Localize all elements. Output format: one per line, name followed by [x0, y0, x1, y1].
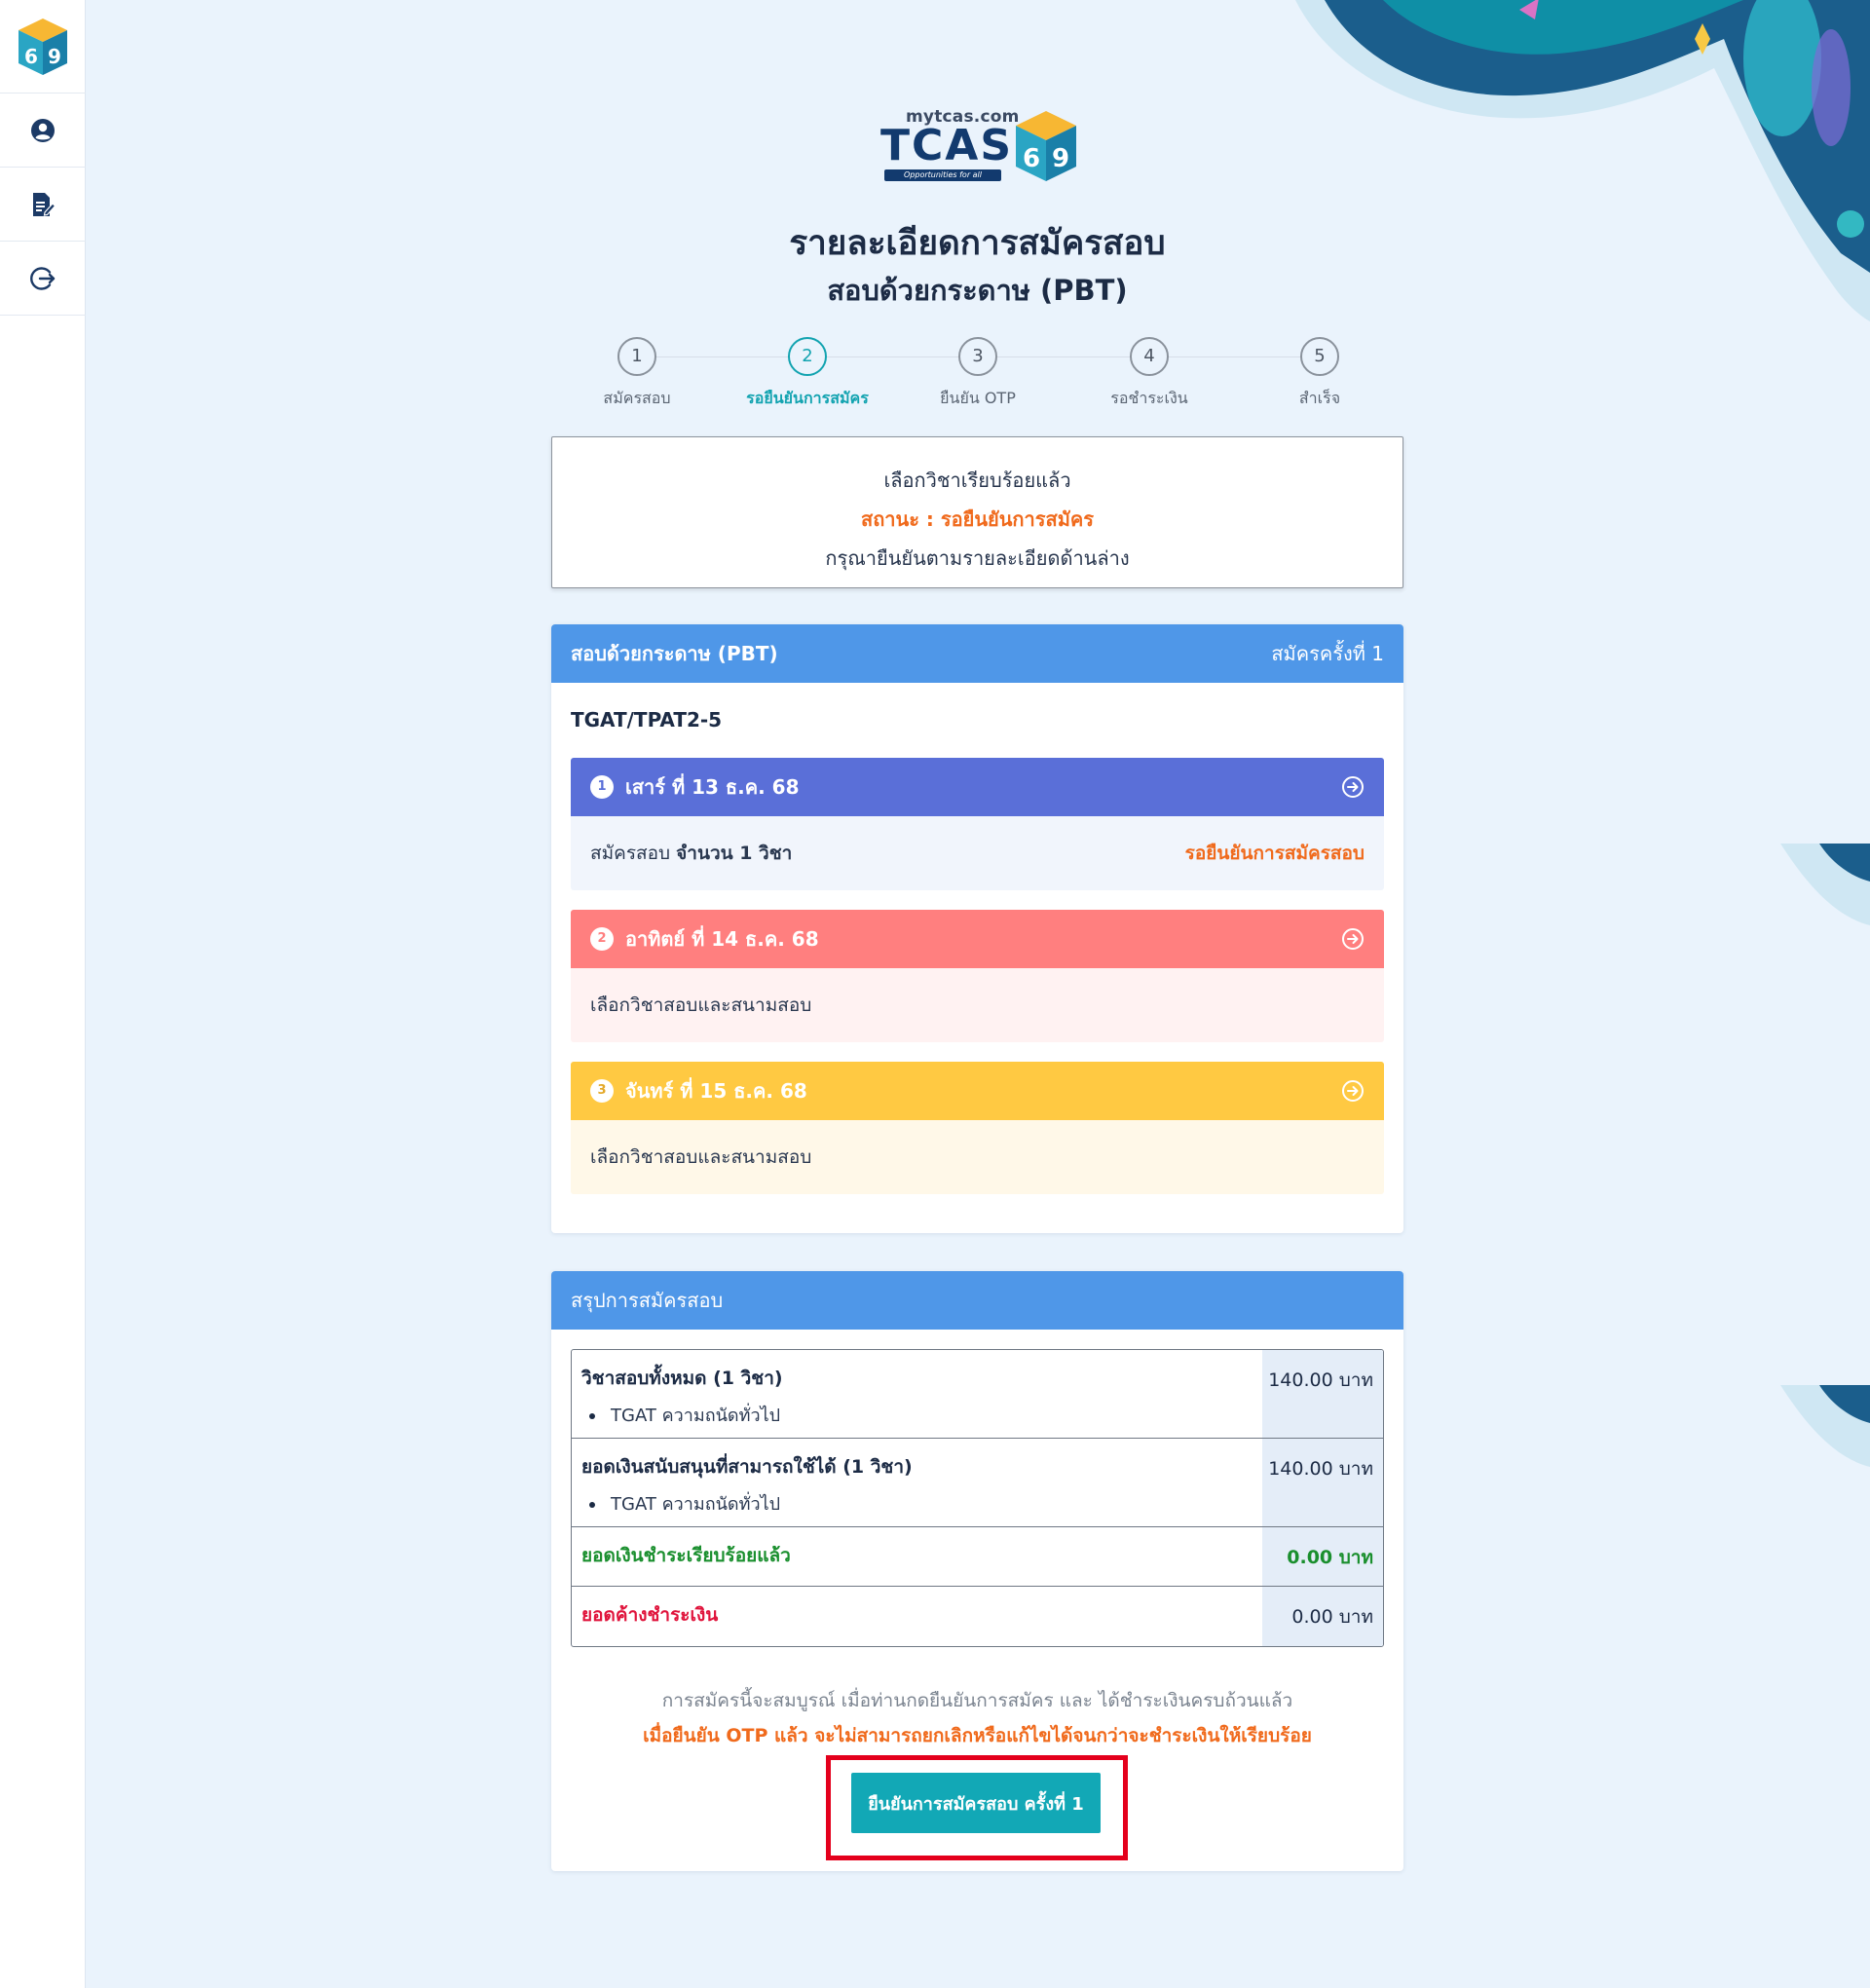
day-label: จันทร์ ที่ 15 ธ.ค. 68 [625, 1079, 807, 1103]
day-summary: สมัครสอบ จำนวน 1 วิชา [590, 843, 793, 864]
completion-note: การสมัครนี้จะสมบูรณ์ เมื่อท่านกดยืนยันกา… [661, 1690, 1293, 1711]
sidebar-item-logout[interactable] [0, 242, 86, 316]
step-5: 5 สำเร็จ [1252, 337, 1388, 411]
sidebar-logo[interactable]: 6 9 [0, 0, 86, 94]
bullet-icon [589, 1413, 595, 1419]
table-row: ยอดค้างชำระเงิน 0.00 บาท [572, 1587, 1383, 1646]
table-row: ยอดเงินสนับสนุนที่สามารถใช้ได้ (1 วิชา) … [572, 1439, 1383, 1527]
step-4: 4 รอชำระเงิน [1081, 337, 1217, 411]
otp-warning: เมื่อยืนยัน OTP แล้ว จะไม่สามารถยกเลิกหร… [643, 1725, 1312, 1746]
exam-day-2-header[interactable]: 2 อาทิตย์ ที่ 14 ธ.ค. 68 [571, 910, 1384, 968]
exam-card-header: สอบด้วยกระดาษ (PBT) สมัครครั้งที่ 1 [551, 624, 1403, 683]
step-1: 1 สมัครสอบ [569, 337, 705, 411]
row-label: ยอดเงินสนับสนุนที่สามารถใช้ได้ (1 วิชา) [581, 1456, 913, 1478]
tcas-brand-logo: mytcas.com TCAS Opportunities for all 6 … [879, 107, 1083, 185]
table-row: ยอดเงินชำระเรียบร้อยแล้ว 0.00 บาท [572, 1527, 1383, 1587]
status-line-1: เลือกวิชาเรียบร้อยแล้ว [883, 469, 1071, 492]
day-status: รอยืนยันการสมัครสอบ [1184, 843, 1365, 864]
summary-card-header: สรุปการสมัครสอบ [551, 1271, 1403, 1330]
day-summary: เลือกวิชาสอบและสนามสอบ [590, 994, 812, 1016]
summary-title: สรุปการสมัครสอบ [571, 1289, 724, 1312]
bullet-icon [589, 1502, 595, 1508]
exam-day-1: 1 เสาร์ ที่ 13 ธ.ค. 68 สมัครสอบ จำนวน 1 … [571, 758, 1384, 890]
svg-text:9: 9 [48, 45, 61, 68]
row-amount: 140.00 บาท [1262, 1350, 1383, 1438]
day-number-badge: 1 [590, 775, 614, 799]
day-number-badge: 2 [590, 927, 614, 951]
row-label: ยอดเงินชำระเรียบร้อยแล้ว [581, 1545, 791, 1566]
arrow-circle-right-icon[interactable] [1341, 927, 1365, 951]
page-subtitle: สอบด้วยกระดาษ (PBT) [827, 274, 1128, 307]
exam-day-1-body: สมัครสอบ จำนวน 1 วิชา รอยืนยันการสมัครสอ… [571, 816, 1384, 890]
table-row: วิชาสอบทั้งหมด (1 วิชา) TGAT ความถนัดทั่… [572, 1350, 1383, 1439]
brand-tagline: Opportunities for all [884, 169, 1001, 181]
row-item: TGAT ความถนัดทั่วไป [581, 1489, 1253, 1518]
row-amount: 140.00 บาท [1262, 1439, 1383, 1526]
day-label: อาทิตย์ ที่ 14 ธ.ค. 68 [625, 927, 819, 951]
step-2-active: 2 รอยืนยันการสมัคร [739, 337, 876, 411]
confirm-application-button[interactable]: ยืนยันการสมัครสอบ ครั้งที่ 1 [851, 1773, 1101, 1833]
page-title: รายละเอียดการสมัครสอบ [789, 224, 1166, 263]
exam-day-3-body: เลือกวิชาสอบและสนามสอบ [571, 1120, 1384, 1194]
row-label: ยอดค้างชำระเงิน [581, 1604, 719, 1626]
row-amount: 0.00 บาท [1262, 1527, 1383, 1586]
summary-card: สรุปการสมัครสอบ วิชาสอบทั้งหมด (1 วิชา) … [551, 1271, 1403, 1871]
row-item: TGAT ความถนัดทั่วไป [581, 1401, 1253, 1429]
svg-text:6: 6 [24, 45, 38, 68]
sidebar: 6 9 [0, 0, 86, 1988]
row-label: วิชาสอบทั้งหมด (1 วิชา) [581, 1368, 783, 1389]
sidebar-item-application[interactable] [0, 168, 86, 242]
summary-table: วิชาสอบทั้งหมด (1 วิชา) TGAT ความถนัดทั่… [571, 1349, 1384, 1647]
exam-code: TGAT/TPAT2-5 [571, 708, 723, 731]
exam-round: สมัครครั้งที่ 1 [1271, 642, 1384, 665]
status-line-2: สถานะ : รอยืนยันการสมัคร [860, 507, 1094, 531]
exam-day-2: 2 อาทิตย์ ที่ 14 ธ.ค. 68 เลือกวิชาสอบและ… [571, 910, 1384, 1042]
day-summary: เลือกวิชาสอบและสนามสอบ [590, 1146, 812, 1168]
exam-card: สอบด้วยกระดาษ (PBT) สมัครครั้งที่ 1 TGAT… [551, 624, 1403, 1233]
confirm-highlight-box: ยืนยันการสมัครสอบ ครั้งที่ 1 [826, 1755, 1128, 1860]
day-number-badge: 3 [590, 1079, 614, 1103]
exam-day-3: 3 จันทร์ ที่ 15 ธ.ค. 68 เลือกวิชาสอบและส… [571, 1062, 1384, 1194]
svg-text:9: 9 [1052, 144, 1069, 173]
tcas-cube-icon: 6 9 [1016, 111, 1076, 181]
progress-stepper: 1 สมัครสอบ 2 รอยืนยันการสมัคร 3 ยืนยัน O… [551, 337, 1403, 415]
svg-text:6: 6 [1023, 144, 1040, 173]
tcas-cube-logo: 6 9 [19, 18, 67, 75]
sidebar-item-profile[interactable] [0, 94, 86, 168]
row-amount: 0.00 บาท [1262, 1587, 1383, 1646]
logout-icon [30, 266, 56, 290]
status-message-box: เลือกวิชาเรียบร้อยแล้ว สถานะ : รอยืนยันก… [551, 436, 1403, 588]
edit-document-icon [33, 192, 56, 216]
day-label: เสาร์ ที่ 13 ธ.ค. 68 [625, 775, 800, 799]
exam-day-3-header[interactable]: 3 จันทร์ ที่ 15 ธ.ค. 68 [571, 1062, 1384, 1120]
brand-wordmark: TCAS [880, 121, 1014, 170]
step-3: 3 ยืนยัน OTP [910, 337, 1046, 411]
status-line-3: กรุณายืนยันตามรายละเอียดด้านล่าง [825, 546, 1130, 570]
exam-day-2-body: เลือกวิชาสอบและสนามสอบ [571, 968, 1384, 1042]
exam-card-title: สอบด้วยกระดาษ (PBT) [571, 642, 778, 665]
user-circle-icon [31, 118, 55, 142]
arrow-circle-right-icon[interactable] [1341, 775, 1365, 799]
exam-day-1-header[interactable]: 1 เสาร์ ที่ 13 ธ.ค. 68 [571, 758, 1384, 816]
arrow-circle-right-icon[interactable] [1341, 1079, 1365, 1103]
